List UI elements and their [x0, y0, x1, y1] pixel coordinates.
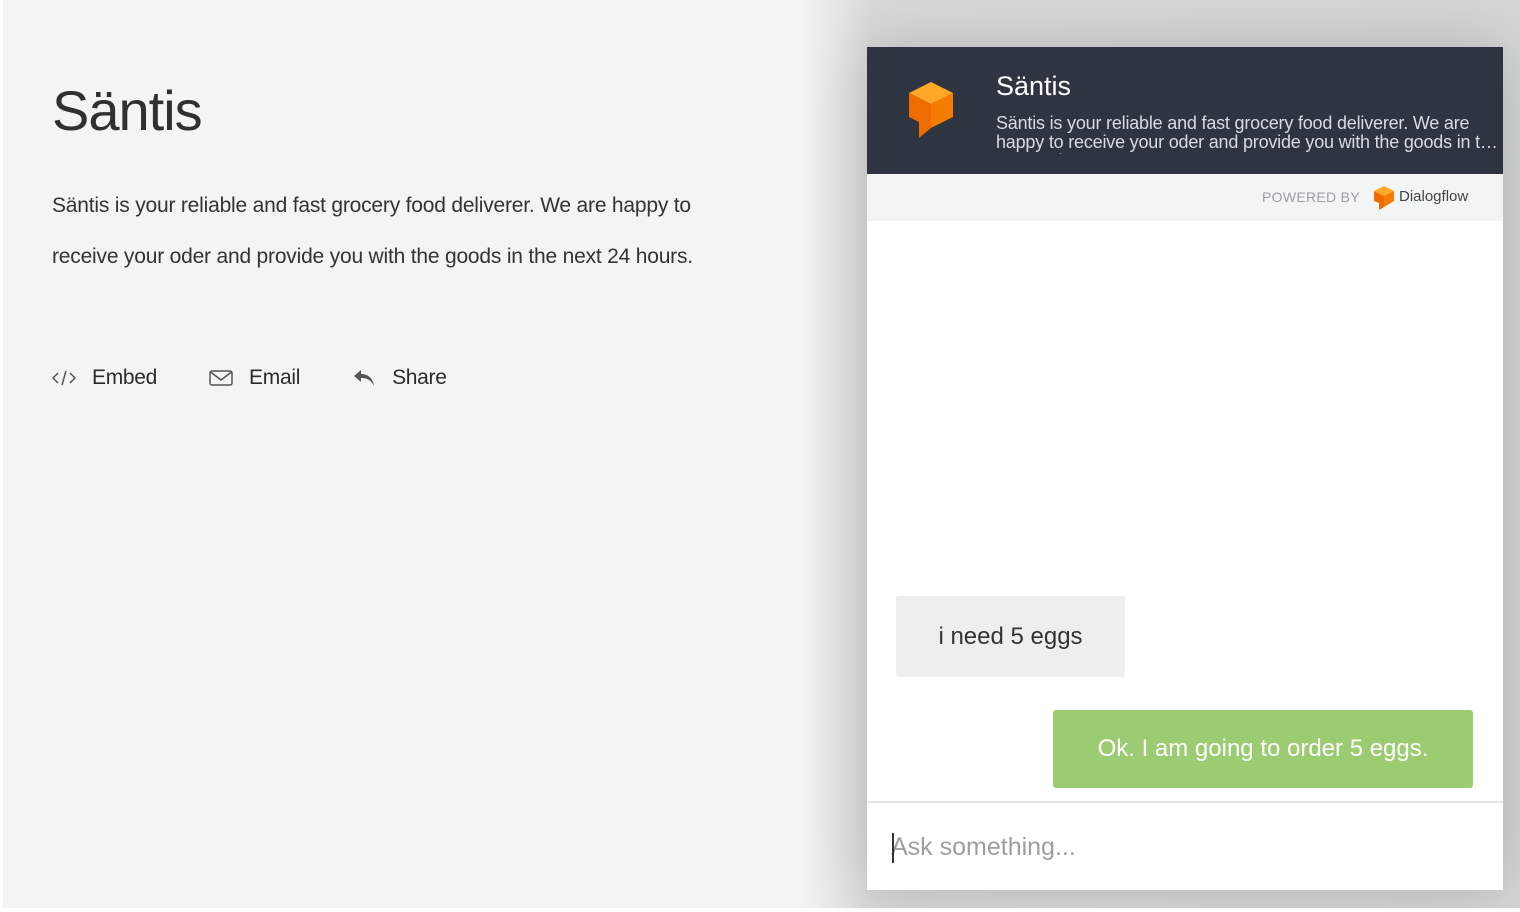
- chat-messages[interactable]: i need 5 eggs Ok. I am going to order 5 …: [867, 221, 1503, 801]
- powered-by-label: POWERED BY: [1262, 189, 1360, 205]
- envelope-icon: [209, 369, 233, 387]
- agent-message: Ok. I am going to order 5 eggs.: [1053, 710, 1473, 788]
- dialogflow-logo-icon: [1373, 185, 1395, 216]
- widget-header: Säntis Säntis is your reliable and fast …: [867, 47, 1503, 174]
- share-button[interactable]: Share: [352, 366, 447, 390]
- ask-input[interactable]: [891, 817, 1481, 877]
- code-icon: [52, 369, 76, 387]
- email-button[interactable]: Email: [209, 366, 300, 390]
- chat-widget: Säntis Säntis is your reliable and fast …: [867, 47, 1503, 890]
- page-title: Säntis: [52, 79, 203, 142]
- page: Säntis Säntis is your reliable and fast …: [0, 0, 1520, 912]
- action-bar: Embed Email Share: [52, 362, 499, 394]
- widget-title: Säntis: [996, 71, 1072, 101]
- user-message: i need 5 eggs: [896, 596, 1125, 677]
- bottom-edge: [0, 908, 1520, 912]
- reply-arrow-icon: [352, 367, 376, 389]
- dialogflow-brand[interactable]: Dialogflow: [1399, 188, 1468, 205]
- embed-label: Embed: [92, 366, 158, 389]
- share-label: Share: [392, 366, 447, 389]
- left-edge: [0, 0, 3, 912]
- agent-description: Säntis is your reliable and fast grocery…: [52, 194, 693, 268]
- agent-logo-icon: [907, 81, 955, 146]
- input-divider: [867, 801, 1503, 803]
- embed-button[interactable]: Embed: [52, 366, 157, 390]
- text-caret: [892, 833, 894, 863]
- email-label: Email: [249, 366, 301, 389]
- powered-by-bar: POWERED BY Dialogflow: [867, 174, 1503, 221]
- widget-description: Säntis is your reliable and fast grocery…: [996, 114, 1500, 154]
